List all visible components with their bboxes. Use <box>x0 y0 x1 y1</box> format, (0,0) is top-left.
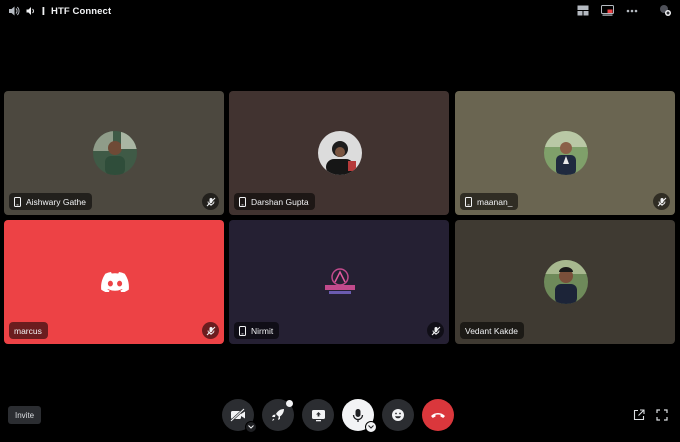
camera-off-icon <box>230 408 246 422</box>
mic-muted-icon <box>657 197 667 207</box>
mobile-icon <box>239 325 246 336</box>
channel-title: HTF Connect <box>51 5 112 17</box>
participant-grid: Aishwary Gathe Darshan Gupta maanan_ mar… <box>4 91 676 344</box>
participant-tile[interactable]: Nirmit <box>229 220 449 344</box>
mobile-icon <box>465 196 472 207</box>
share-screen-button[interactable] <box>302 399 334 431</box>
chevron-down-icon <box>248 425 254 429</box>
muted-status <box>427 322 444 339</box>
microphone-icon <box>352 408 364 423</box>
participant-name: Vedant Kakde <box>465 325 518 336</box>
title-group: HTF Connect <box>8 5 111 17</box>
emoji-icon <box>391 408 405 422</box>
participant-tile[interactable]: Darshan Gupta <box>229 91 449 215</box>
view-controls <box>633 409 668 421</box>
channel-icon <box>42 6 45 16</box>
screen-share-icon <box>311 409 326 422</box>
avatar <box>318 260 362 304</box>
participant-name: Nirmit <box>251 325 274 336</box>
participant-tile[interactable]: Aishwary Gathe <box>4 91 224 215</box>
call-controls <box>222 399 454 433</box>
activities-button[interactable] <box>262 399 294 431</box>
participant-name: marcus <box>14 325 42 336</box>
rocket-icon <box>271 408 285 422</box>
participant-tile[interactable]: marcus <box>4 220 224 344</box>
invite-button[interactable]: Invite <box>8 406 42 424</box>
popout-icon[interactable] <box>601 5 614 16</box>
mic-muted-icon <box>431 326 441 336</box>
name-tag: Vedant Kakde <box>460 322 524 339</box>
mobile-icon <box>14 196 21 207</box>
popout-window-icon[interactable] <box>633 409 645 421</box>
avatar <box>318 131 362 175</box>
camera-toggle-button[interactable] <box>222 399 257 433</box>
mic-muted-icon <box>206 326 216 336</box>
name-tag: marcus <box>9 322 48 339</box>
participant-tile[interactable]: maanan_ <box>455 91 675 215</box>
avatar <box>93 131 137 175</box>
mic-muted-icon <box>206 197 216 207</box>
members-icon[interactable] <box>658 4 672 17</box>
grid-layout-icon[interactable] <box>577 5 589 16</box>
fullscreen-icon[interactable] <box>656 409 668 421</box>
muted-status <box>653 193 670 210</box>
mic-options-button[interactable] <box>365 421 377 433</box>
name-tag: Aishwary Gathe <box>9 193 92 210</box>
chevron-down-icon <box>368 425 374 429</box>
avatar <box>544 131 588 175</box>
participant-name: maanan_ <box>477 196 513 207</box>
name-tag: Darshan Gupta <box>234 193 315 210</box>
top-actions <box>577 4 672 17</box>
team-logo-icon <box>318 260 362 304</box>
muted-status <box>202 322 219 339</box>
discord-logo-icon <box>93 260 137 304</box>
name-tag: Nirmit <box>234 322 280 339</box>
camera-options-button[interactable] <box>245 421 257 433</box>
participant-name: Aishwary Gathe <box>26 196 86 207</box>
mobile-icon <box>239 196 246 207</box>
speaker-icon[interactable] <box>8 5 20 17</box>
hang-up-icon <box>430 411 446 419</box>
avatar <box>93 260 137 304</box>
muted-status <box>202 193 219 210</box>
participant-tile[interactable]: Vedant Kakde <box>455 220 675 344</box>
microphone-button[interactable] <box>342 399 377 433</box>
speaker-volume-icon[interactable] <box>26 6 36 16</box>
new-indicator <box>286 400 293 407</box>
top-bar: HTF Connect <box>0 0 680 26</box>
name-tag: maanan_ <box>460 193 519 210</box>
avatar <box>544 260 588 304</box>
soundboard-button[interactable] <box>382 399 414 431</box>
more-options-icon[interactable] <box>626 9 638 13</box>
disconnect-button[interactable] <box>422 399 454 431</box>
participant-name: Darshan Gupta <box>251 196 309 207</box>
